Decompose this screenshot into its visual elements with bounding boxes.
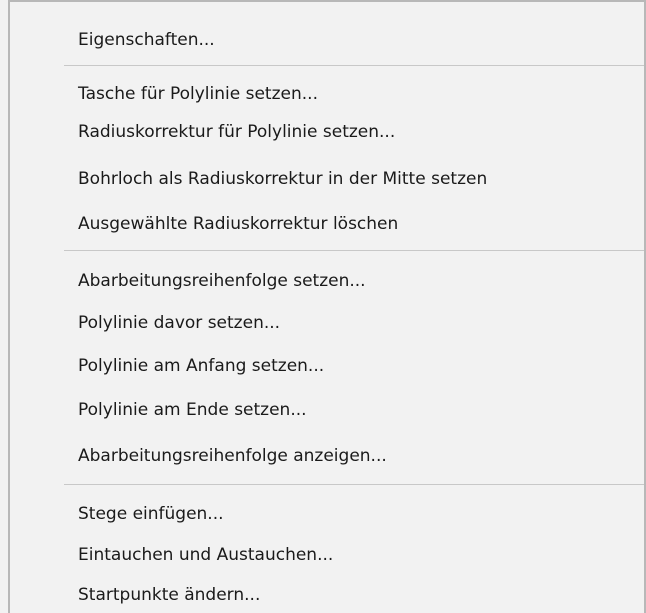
menu-item-polylinie-anfang[interactable]: Polylinie am Anfang setzen...	[10, 347, 644, 385]
menu-border-top	[10, 0, 646, 2]
menu-item-polylinie-davor[interactable]: Polylinie davor setzen...	[10, 304, 644, 342]
menu-separator	[64, 65, 644, 66]
context-menu: Eigenschaften... Tasche für Polylinie se…	[0, 0, 646, 613]
menu-item-bohrloch-mitte[interactable]: Bohrloch als Radiuskorrektur in der Mitt…	[10, 160, 644, 198]
menu-separator	[64, 250, 644, 251]
menu-item-reihenfolge-anzeigen[interactable]: Abarbeitungsreihenfolge anzeigen...	[10, 437, 644, 475]
menu-separator	[64, 484, 644, 485]
menu-item-radiuskorrektur-loeschen[interactable]: Ausgewählte Radiuskorrektur löschen	[10, 205, 644, 243]
menu-item-eigenschaften[interactable]: Eigenschaften...	[10, 21, 644, 59]
menu-item-reihenfolge-setzen[interactable]: Abarbeitungsreihenfolge setzen...	[10, 262, 644, 300]
menu-item-stege-einfuegen[interactable]: Stege einfügen...	[10, 495, 644, 533]
menu-item-radiuskorrektur-setzen[interactable]: Radiuskorrektur für Polylinie setzen...	[10, 113, 644, 151]
menu-item-eintauchen-austauchen[interactable]: Eintauchen und Austauchen...	[10, 536, 644, 574]
menu-item-polylinie-ende[interactable]: Polylinie am Ende setzen...	[10, 391, 644, 429]
menu-item-tasche-setzen[interactable]: Tasche für Polylinie setzen...	[10, 75, 644, 113]
menu-item-startpunkte-aendern[interactable]: Startpunkte ändern...	[10, 576, 644, 613]
